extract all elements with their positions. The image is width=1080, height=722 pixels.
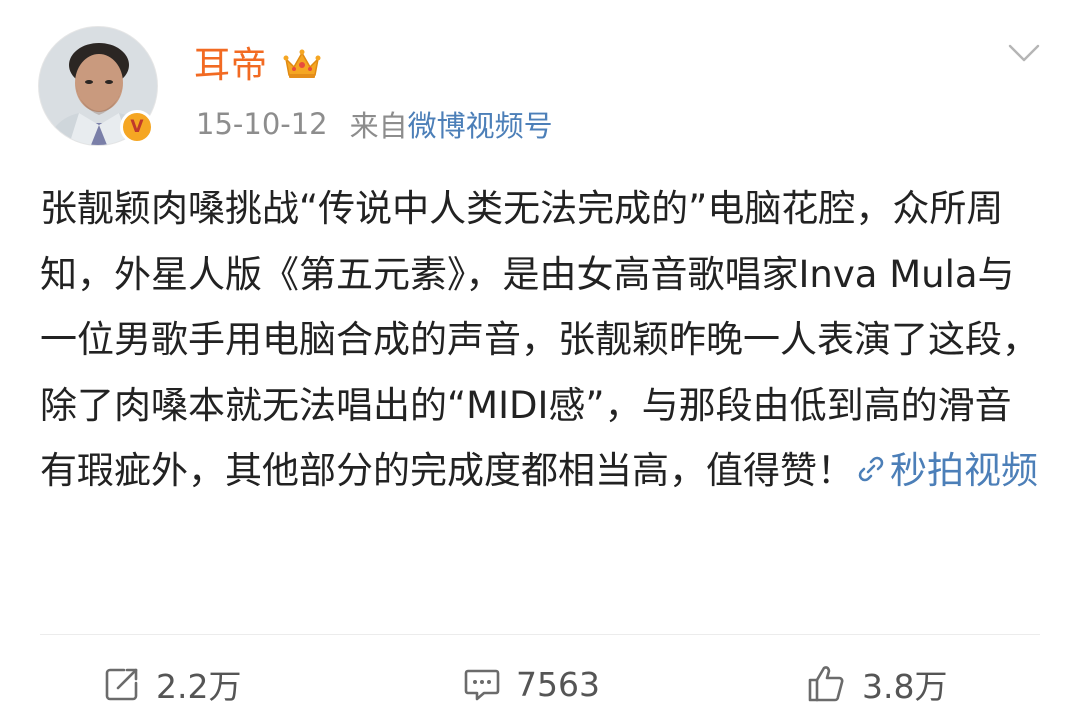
post-menu-button[interactable]: [1006, 38, 1042, 68]
source-link[interactable]: 微博视频号: [408, 103, 553, 145]
chevron-down-icon: [1008, 44, 1040, 62]
video-link[interactable]: 秒拍视频: [854, 449, 1038, 492]
like-button[interactable]: 3.8万: [806, 654, 947, 714]
post-text: 张靓颖肉嗓挑战“传说中人类无法完成的”电脑花腔，众所周知，外星人版《第五元素》，…: [40, 187, 1039, 492]
thumbs-up-icon: [808, 666, 844, 702]
repost-button[interactable]: 2.2万: [102, 654, 241, 714]
author-name[interactable]: 耳帝: [194, 40, 268, 92]
post-meta: 15-10-12 来自 微博视频号: [196, 104, 553, 144]
comment-count: 7563: [516, 664, 600, 704]
verified-badge: V: [120, 110, 154, 144]
weibo-post: V 耳帝 15-10-12 来自 微博视频号 张靓颖肉嗓挑战“传说中人类无法完成…: [0, 0, 1080, 722]
comment-button[interactable]: 7563: [462, 654, 600, 714]
post-timestamp: 15-10-12: [196, 107, 328, 141]
avatar-container[interactable]: V: [38, 26, 158, 146]
verified-badge-letter: V: [130, 116, 144, 137]
repost-count: 2.2万: [156, 667, 242, 706]
repost-icon: [105, 668, 138, 701]
like-count: 3.8万: [862, 667, 948, 706]
author-row: 耳帝: [194, 40, 322, 92]
action-bar: 2.2万 7563 3.8万: [0, 654, 1080, 714]
post-content: 张靓颖肉嗓挑战“传说中人类无法完成的”电脑花腔，众所周知，外星人版《第五元素》，…: [40, 176, 1044, 507]
link-icon: [854, 441, 888, 507]
source-prefix: 来自: [349, 109, 408, 143]
video-link-label: 秒拍视频: [890, 449, 1038, 492]
divider: [40, 634, 1040, 635]
comment-icon: [464, 669, 500, 701]
crown-icon[interactable]: [282, 47, 322, 85]
